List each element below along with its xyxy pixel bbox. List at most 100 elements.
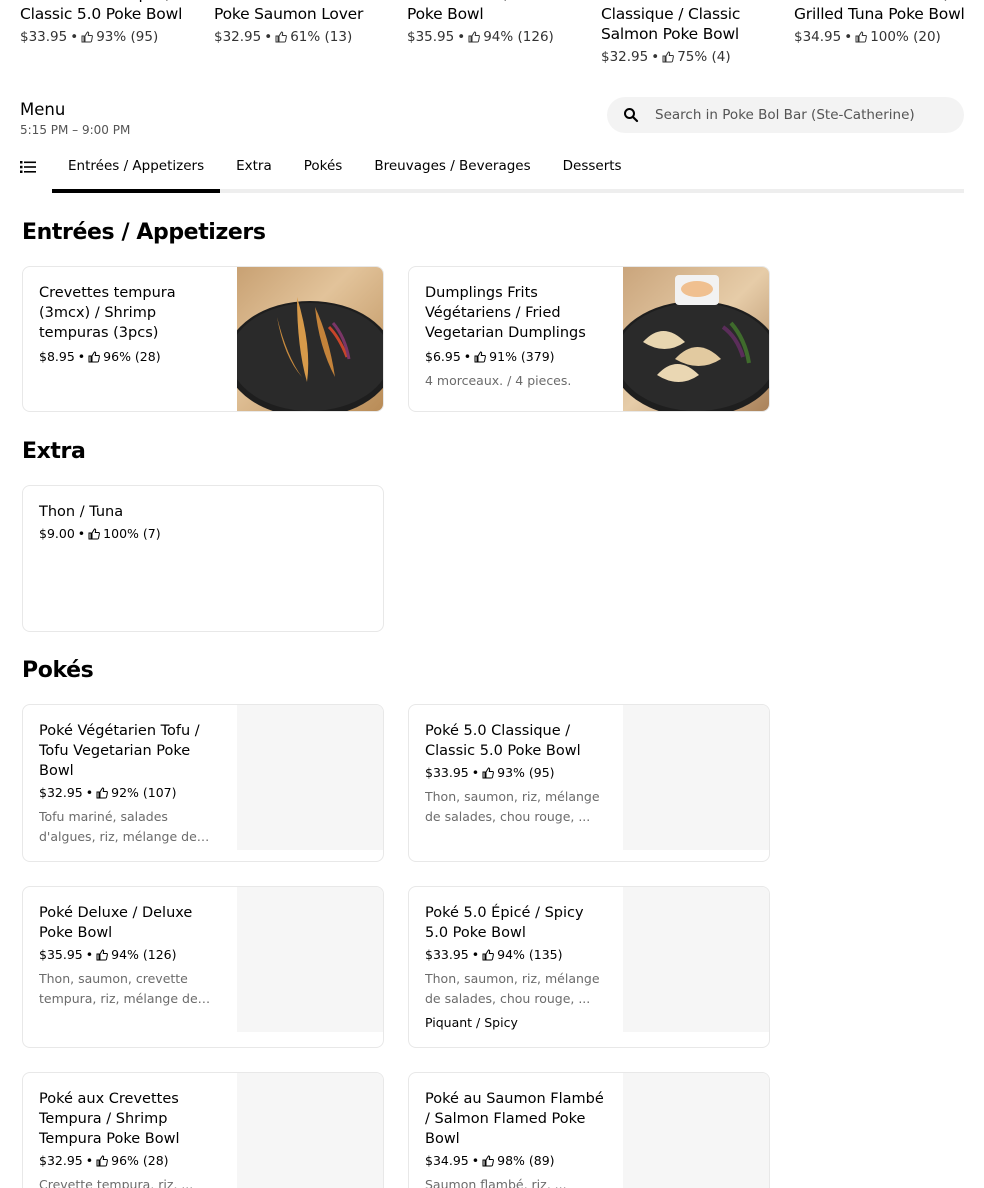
menu-item-name: Poké aux Crevettes Tempura / Shrimp Temp… <box>39 1091 180 1147</box>
thumbs-up-icon <box>474 351 487 363</box>
thumbs-up-icon <box>275 31 288 43</box>
category-list-icon[interactable] <box>20 160 36 174</box>
featured-item-name: Poke 5.0 Classique / Classic 5.0 Poke Bo… <box>20 0 183 23</box>
separator-dot: • <box>70 29 79 45</box>
featured-item-meta: $32.95 • 61% (13) <box>214 27 389 47</box>
menu-item-price: $33.95 <box>425 765 469 780</box>
featured-item[interactable]: Poke Saumon Lover $32.95 • 61% (13) <box>214 0 389 47</box>
featured-item-price: $32.95 <box>601 49 649 65</box>
featured-item-name: Poke au Thon Grillé / Grilled Tuna Poke … <box>794 0 965 23</box>
category-tabs: Entrées / Appetizers Extra Pokés Breuvag… <box>52 148 638 193</box>
menu-item-info: Poké aux Crevettes Tempura / Shrimp Temp… <box>39 1089 219 1188</box>
menu-item-description: Thon, saumon, riz, mélange de salades, c… <box>425 971 600 1006</box>
featured-item-name: Poke au Saumon Classique / Classic Salmo… <box>601 0 741 43</box>
menu-item-card[interactable]: Crevettes tempura (3mcx) / Shrimp tempur… <box>22 266 384 412</box>
menu-item-price: $34.95 <box>425 1153 469 1168</box>
section-title-extra: Extra <box>22 439 86 464</box>
featured-item-price: $34.95 <box>794 29 842 45</box>
menu-item-card[interactable]: Poké aux Crevettes Tempura / Shrimp Temp… <box>22 1072 384 1188</box>
menu-item-rating: 98% (89) <box>497 1153 555 1168</box>
menu-item-image-placeholder <box>237 887 383 1032</box>
menu-item-image-placeholder <box>623 1073 769 1188</box>
menu-item-info: Poké au Saumon Flambé / Salmon Flamed Po… <box>425 1089 605 1188</box>
menu-item-info: Crevettes tempura (3mcx) / Shrimp tempur… <box>39 283 219 367</box>
menu-item-info: Poké Deluxe / Deluxe Poke Bowl $35.95 • … <box>39 903 219 1009</box>
tab-appetizers[interactable]: Entrées / Appetizers <box>52 148 221 193</box>
menu-item-description: Thon, saumon, crevette tempura, riz, mél… <box>39 971 198 1006</box>
menu-item-meta: $33.95 • 94% (135) <box>425 945 605 965</box>
thumbs-up-icon <box>855 31 868 43</box>
menu-item-price: $35.95 <box>39 947 83 962</box>
menu-item-name: Poké 5.0 Épicé / Spicy 5.0 Poke Bowl <box>425 905 584 941</box>
menu-item-meta: $32.95 • 96% (28) <box>39 1151 219 1171</box>
thumbs-up-icon <box>482 949 495 961</box>
tab-desserts[interactable]: Desserts <box>547 148 638 193</box>
tab-beverages[interactable]: Breuvages / Beverages <box>358 148 546 193</box>
menu-item-card[interactable]: Poké au Saumon Flambé / Salmon Flamed Po… <box>408 1072 770 1188</box>
separator-dot: • <box>77 349 86 364</box>
menu-item-rating: 96% (28) <box>111 1153 169 1168</box>
menu-item-meta: $6.95 • 91% (379) <box>425 347 605 367</box>
menu-item-description: Tofu mariné, salades d'algues, riz, méla… <box>39 809 197 844</box>
search-icon <box>624 108 639 123</box>
menu-item-description: Saumon flambé, riz, ... <box>425 1177 567 1188</box>
featured-item[interactable]: Poke au Thon Grillé / Grilled Tuna Poke … <box>794 0 969 47</box>
menu-item-meta: $8.95 • 96% (28) <box>39 347 219 367</box>
menu-item-name: Dumplings Frits Végétariens / Fried Vege… <box>425 285 586 341</box>
menu-item-card[interactable]: Poké 5.0 Épicé / Spicy 5.0 Poke Bowl $33… <box>408 886 770 1048</box>
separator-dot: • <box>471 765 480 780</box>
menu-item-card[interactable]: Thon / Tuna $9.00 • 100% (7) <box>22 485 384 632</box>
menu-item-price: $6.95 <box>425 349 461 364</box>
featured-item[interactable]: Poke au Saumon Classique / Classic Salmo… <box>601 0 776 67</box>
menu-item-card[interactable]: Poké Deluxe / Deluxe Poke Bowl $35.95 • … <box>22 886 384 1048</box>
menu-item-meta: $32.95 • 92% (107) <box>39 783 219 803</box>
menu-item-rating: 91% (379) <box>489 349 555 364</box>
menu-item-card[interactable]: Dumplings Frits Végétariens / Fried Vege… <box>408 266 770 412</box>
separator-dot: • <box>457 29 466 45</box>
featured-item-meta: $33.95 • 93% (95) <box>20 27 195 47</box>
tab-extra[interactable]: Extra <box>220 148 288 193</box>
menu-search[interactable] <box>607 97 964 133</box>
separator-dot: • <box>85 947 94 962</box>
menu-item-meta: $9.00 • 100% (7) <box>39 524 219 544</box>
menu-item-image-placeholder <box>237 1073 383 1188</box>
search-input[interactable] <box>655 107 945 123</box>
thumbs-up-icon <box>88 351 101 363</box>
separator-dot: • <box>463 349 472 364</box>
featured-item[interactable]: Poke Deluxe / Deluxe Poke Bowl $35.95 • … <box>407 0 582 47</box>
featured-item-price: $35.95 <box>407 29 455 45</box>
menu-item-meta: $34.95 • 98% (89) <box>425 1151 605 1171</box>
tab-pokes[interactable]: Pokés <box>288 148 359 193</box>
thumbs-up-icon <box>482 1155 495 1167</box>
separator-dot: • <box>471 947 480 962</box>
separator-dot: • <box>264 29 273 45</box>
menu-item-card[interactable]: Poké 5.0 Classique / Classic 5.0 Poke Bo… <box>408 704 770 862</box>
separator-dot: • <box>85 785 94 800</box>
featured-item-meta: $34.95 • 100% (20) <box>794 27 969 47</box>
spicy-tag: Piquant / Spicy <box>425 1015 518 1030</box>
menu-item-description: Crevette tempura, riz, ... <box>39 1177 194 1188</box>
menu-item-description: Thon, saumon, riz, mélange de salades, c… <box>425 789 600 824</box>
featured-item[interactable]: Poke 5.0 Classique / Classic 5.0 Poke Bo… <box>20 0 195 47</box>
menu-item-meta: $33.95 • 93% (95) <box>425 763 605 783</box>
menu-item-info: Poké Végétarien Tofu / Tofu Vegetarian P… <box>39 721 219 847</box>
dumplings-photo <box>623 267 769 411</box>
menu-item-price: $8.95 <box>39 349 75 364</box>
section-title-appetizers: Entrées / Appetizers <box>22 220 266 245</box>
featured-item-meta: $35.95 • 94% (126) <box>407 27 582 47</box>
menu-item-card[interactable]: Poké Végétarien Tofu / Tofu Vegetarian P… <box>22 704 384 862</box>
menu-item-name: Poké 5.0 Classique / Classic 5.0 Poke Bo… <box>425 723 581 759</box>
menu-item-meta: $35.95 • 94% (126) <box>39 945 219 965</box>
separator-dot: • <box>85 1153 94 1168</box>
featured-item-price: $32.95 <box>214 29 262 45</box>
menu-item-price: $32.95 <box>39 1153 83 1168</box>
separator-dot: • <box>844 29 853 45</box>
thumbs-up-icon <box>482 767 495 779</box>
menu-item-name: Poké au Saumon Flambé / Salmon Flamed Po… <box>425 1091 604 1147</box>
menu-item-rating: 100% (7) <box>103 526 161 541</box>
featured-item-meta: $32.95 • 75% (4) <box>601 47 776 67</box>
shrimp-tempura-photo <box>237 267 383 411</box>
featured-item-rating: 93% (95) <box>96 29 159 45</box>
thumbs-up-icon <box>662 51 675 63</box>
menu-item-name: Crevettes tempura (3mcx) / Shrimp tempur… <box>39 285 176 341</box>
